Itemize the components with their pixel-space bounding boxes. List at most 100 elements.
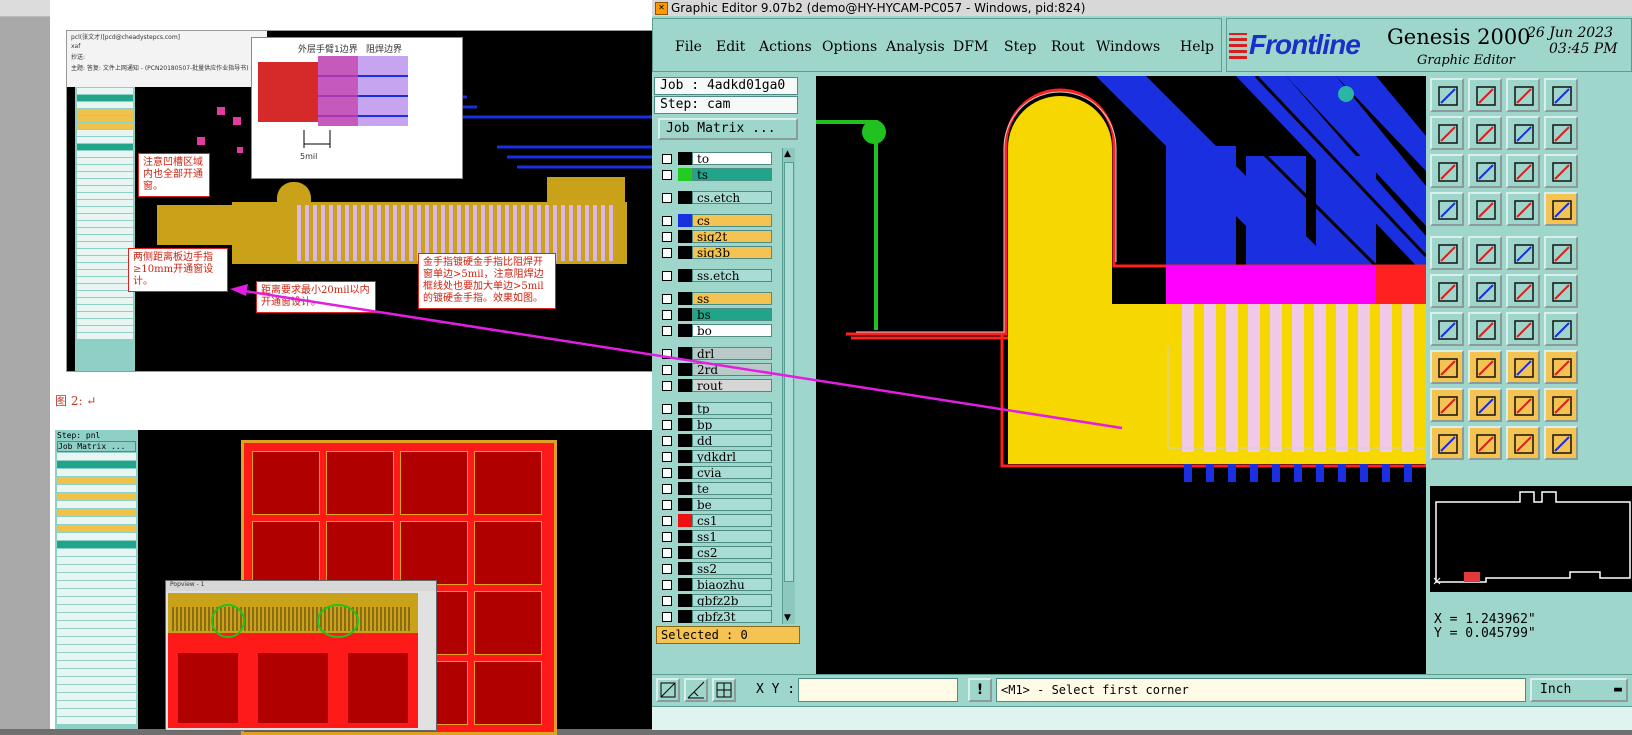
layer-row[interactable]: cvia [658,466,780,480]
layer-name[interactable]: 2rd [692,363,772,376]
scroll-down-icon[interactable]: ▼ [784,613,791,623]
angle-button[interactable] [1430,312,1464,346]
redo-button[interactable] [1544,116,1578,150]
menu-windows[interactable]: Windows [1096,39,1160,55]
layer-color-swatch[interactable] [678,379,692,392]
layer-row[interactable]: bs [658,308,780,322]
layer-color-swatch[interactable] [678,610,692,623]
layer-name[interactable]: to [692,152,772,165]
layer-row[interactable]: rout [658,379,780,393]
reverse-button[interactable] [1506,116,1540,150]
menu-dfm[interactable]: DFM [953,39,988,55]
triangle-button[interactable] [1430,388,1464,422]
menu-actions[interactable]: Actions [759,39,812,55]
pointer-square-button[interactable] [1506,426,1540,460]
ratio-button[interactable] [1506,154,1540,188]
layer-color-swatch[interactable] [678,466,692,479]
layer-color-swatch[interactable] [678,292,692,305]
connect-button[interactable] [1430,274,1464,308]
layer-list-scrollbar[interactable]: ▲ ▼ [782,148,795,624]
layer-name[interactable]: rout [692,379,772,392]
layer-color-swatch[interactable] [678,402,692,415]
layer-color-swatch[interactable] [678,530,692,543]
layer-checkbox[interactable] [662,294,672,304]
layer-stack-button[interactable] [1506,192,1540,226]
layer-color-swatch[interactable] [678,418,692,431]
pointer-button[interactable] [1430,426,1464,460]
layer-color-swatch[interactable] [678,347,692,360]
layer-checkbox[interactable] [662,420,672,430]
layer-name[interactable]: ss1 [692,530,772,543]
draw-line-button[interactable] [1468,350,1502,384]
layer-row[interactable]: biaozhu [658,578,780,592]
menu-rout[interactable]: Rout [1051,39,1085,55]
layer-name[interactable]: sig2t [692,230,772,243]
layer-name[interactable]: te [692,482,772,495]
layer-row[interactable]: cs2 [658,546,780,560]
layer-checkbox[interactable] [662,452,672,462]
layer-row[interactable]: dd [658,434,780,448]
layer-name[interactable]: sig3b [692,246,772,259]
layer-color-swatch[interactable] [678,594,692,607]
layer-checkbox[interactable] [662,248,672,258]
layer-checkbox[interactable] [662,564,672,574]
select-rect-button[interactable] [1468,236,1502,270]
triangle-2-button[interactable] [1468,388,1502,422]
layer-color-swatch[interactable] [678,269,692,282]
layer-name[interactable]: gbfz2b [692,594,772,607]
pointer-alt-button[interactable] [1544,426,1578,460]
layer-name[interactable]: drl [692,347,772,360]
copy-button[interactable] [1430,350,1464,384]
layer-row[interactable]: gbfz2b [658,594,780,608]
layer-color-swatch[interactable] [678,546,692,559]
tweak-button[interactable] [1430,192,1464,226]
cross-button[interactable] [1468,274,1502,308]
layer-checkbox[interactable] [662,404,672,414]
layer-checkbox[interactable] [662,516,672,526]
layer-row[interactable]: drl [658,347,780,361]
layer-checkbox[interactable] [662,612,672,622]
layer-color-swatch[interactable] [678,514,692,527]
help-button[interactable] [1544,154,1578,188]
layer-name[interactable]: cs.etch [692,191,772,204]
layer-color-swatch[interactable] [678,482,692,495]
move-button[interactable] [1544,236,1578,270]
layer-color-swatch[interactable] [678,434,692,447]
layer-name[interactable]: dd [692,434,772,447]
layer-name[interactable]: cs [692,214,772,227]
arrow-right-button[interactable] [1468,116,1502,150]
scroll-up-icon[interactable]: ▲ [784,149,791,159]
layer-color-swatch[interactable] [678,214,692,227]
layer-row[interactable]: sig3b [658,246,780,260]
layer-checkbox[interactable] [662,365,672,375]
bracket-button[interactable] [1544,312,1578,346]
layer-name[interactable]: ss.etch [692,269,772,282]
layer-stack-2-button[interactable] [1544,192,1578,226]
grid-button[interactable] [1468,192,1502,226]
layer-row[interactable]: ss.etch [658,269,780,283]
point-button[interactable] [1506,274,1540,308]
layer-checkbox[interactable] [662,381,672,391]
layer-row[interactable]: te [658,482,780,496]
arrow-down-button[interactable] [1468,78,1502,112]
layer-row[interactable]: cs [658,214,780,228]
split-button[interactable] [1544,78,1578,112]
layer-name[interactable]: ts [692,168,772,181]
layer-color-swatch[interactable] [678,363,692,376]
layer-checkbox[interactable] [662,310,672,320]
pointer-box-button[interactable] [1468,426,1502,460]
layer-name[interactable]: tp [692,402,772,415]
rotate-button[interactable] [1506,312,1540,346]
fit-button[interactable] [1430,154,1464,188]
layer-row[interactable]: ss [658,292,780,306]
overview-map[interactable] [1430,486,1632,592]
layer-row[interactable]: ydkdrl [658,450,780,464]
layer-color-swatch[interactable] [678,191,692,204]
layer-checkbox[interactable] [662,154,672,164]
layer-name[interactable]: ydkdrl [692,450,772,463]
layer-color-swatch[interactable] [678,562,692,575]
layer-name[interactable]: gbfz3t [692,610,772,623]
measure-button[interactable] [684,678,708,702]
layer-name[interactable]: ss [692,292,772,305]
layer-checkbox[interactable] [662,216,672,226]
